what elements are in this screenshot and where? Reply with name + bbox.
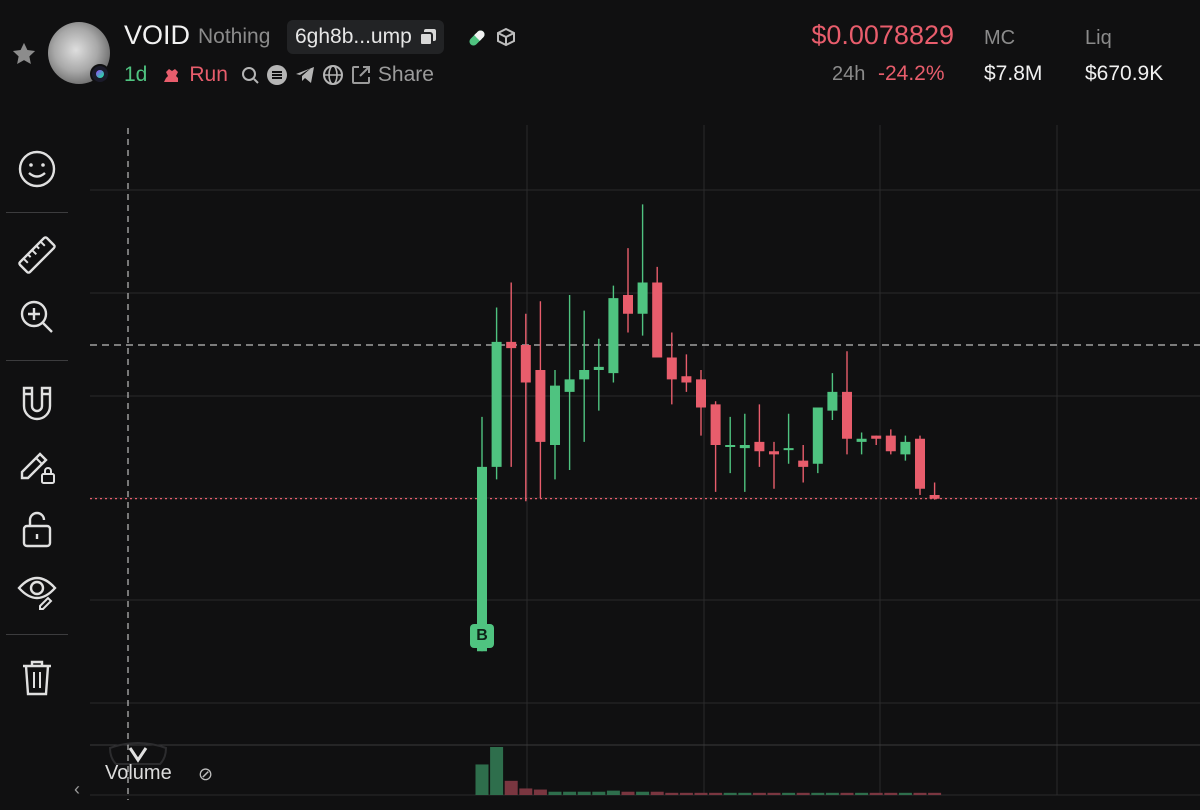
candle-body: [842, 391, 852, 439]
volume-bar: [869, 792, 883, 795]
volume-bar: [577, 791, 591, 795]
volume-bar: [679, 792, 693, 795]
candle-body: [681, 376, 692, 383]
volume-bar: [782, 792, 796, 795]
volume-bar: [548, 791, 562, 795]
candle-body: [812, 407, 823, 464]
hide-volume-icon[interactable]: ⊘: [198, 764, 213, 785]
volume-bar: [796, 792, 810, 795]
ruler-icon[interactable]: [14, 232, 60, 278]
volume-bar: [723, 792, 737, 795]
candle-body: [710, 404, 721, 445]
toolbar-divider: [6, 634, 68, 635]
volume-bar: [709, 792, 723, 795]
toolbar-divider: [6, 212, 68, 213]
candle-body: [929, 495, 940, 499]
candle-body: [783, 448, 794, 451]
volume-indicator-label[interactable]: Volume: [105, 762, 172, 785]
volume-bar: [650, 791, 664, 795]
volume-bar: [563, 791, 577, 795]
candle-body: [608, 298, 619, 374]
candle-body: [856, 438, 867, 442]
candle-body: [827, 391, 838, 411]
volume-bar: [825, 792, 839, 795]
candle-body: [520, 345, 531, 383]
candle-body: [564, 379, 575, 392]
volume-bar: [767, 792, 781, 795]
candle-body: [871, 435, 882, 439]
toolbar-divider: [6, 360, 68, 361]
volume-bar: [533, 789, 547, 795]
candle-body: [885, 435, 896, 452]
candle-body: [725, 445, 736, 447]
lock-icon[interactable]: [14, 506, 60, 552]
volume-bar: [665, 792, 679, 795]
candle-body: [798, 460, 809, 467]
volume-bar: [519, 788, 533, 795]
candle-body: [623, 295, 633, 314]
zoom-in-icon[interactable]: [14, 294, 60, 340]
volume-bar: [928, 792, 942, 795]
volume-bar: [592, 791, 606, 795]
volume-bar: [694, 792, 708, 795]
candle-body: [550, 385, 560, 445]
candle-body: [652, 282, 663, 358]
pencil-lock-icon[interactable]: [14, 442, 60, 488]
volume-bar: [606, 790, 620, 795]
candle-body: [535, 370, 546, 442]
candle-body: [769, 451, 779, 455]
volume-bar: [840, 792, 854, 795]
volume-bar: [811, 792, 825, 795]
candle-body: [696, 379, 706, 408]
volume-bar: [855, 792, 869, 795]
volume-bar: [898, 792, 912, 795]
candle-body: [754, 441, 765, 452]
trash-icon[interactable]: [14, 654, 60, 700]
watermark-logo-mark: [128, 747, 148, 763]
volume-bar: [738, 792, 752, 795]
volume-bar: [621, 791, 635, 795]
candle-body: [506, 341, 517, 349]
eye-icon[interactable]: [14, 568, 60, 614]
emoji-icon[interactable]: [14, 146, 60, 192]
volume-bar: [504, 780, 518, 795]
candle-body: [666, 357, 677, 380]
volume-bar: [884, 792, 898, 795]
magnet-icon[interactable]: [14, 380, 60, 426]
price-chart[interactable]: [0, 0, 1200, 810]
volume-bar: [913, 792, 927, 795]
candle-body: [915, 438, 925, 489]
buy-marker[interactable]: B: [470, 618, 494, 648]
candle-body: [491, 341, 502, 467]
candle-body: [637, 282, 648, 314]
candle-body: [579, 370, 590, 380]
volume-bar: [475, 764, 489, 795]
volume-bar: [636, 791, 650, 795]
volume-bar: [752, 792, 766, 795]
candle-body: [593, 366, 604, 370]
candle-body: [900, 441, 911, 455]
candle-body: [739, 445, 750, 449]
collapse-toolbar-icon[interactable]: ‹: [74, 779, 80, 800]
volume-bar: [490, 747, 504, 795]
